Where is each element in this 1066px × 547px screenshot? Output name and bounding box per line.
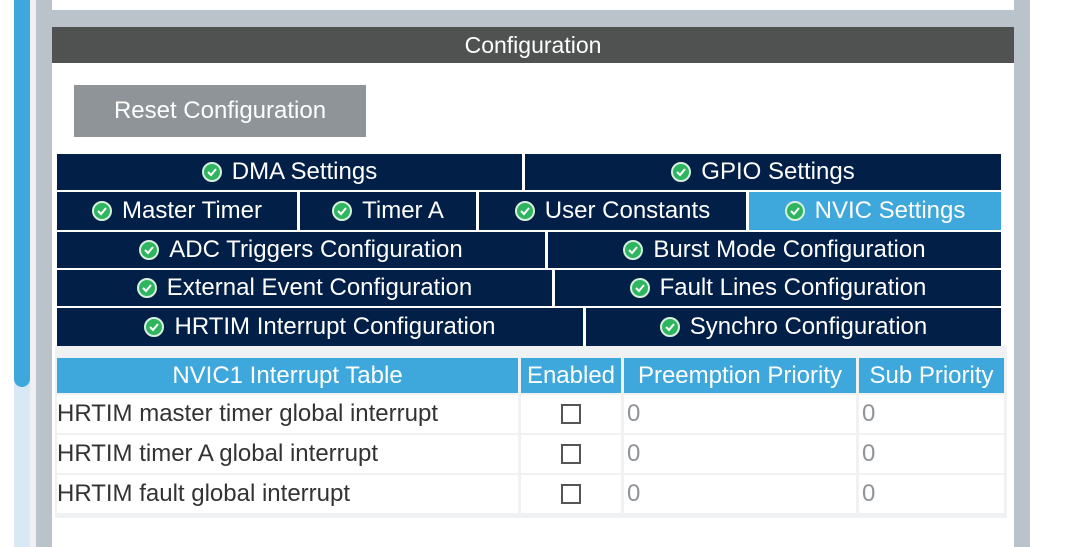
column-header-table: NVIC1 Interrupt Table	[57, 358, 518, 393]
tab-nvic-settings[interactable]: NVIC Settings	[749, 192, 1001, 230]
tab-dma-settings[interactable]: DMA Settings	[57, 154, 522, 190]
enabled-cell	[521, 475, 621, 513]
tab-label: GPIO Settings	[701, 158, 855, 185]
tab-label: ADC Triggers Configuration	[169, 236, 463, 263]
tab-master-timer[interactable]: Master Timer	[57, 192, 297, 230]
check-circle-icon	[91, 201, 112, 221]
check-circle-icon	[332, 201, 353, 221]
check-circle-icon	[139, 240, 160, 260]
enabled-checkbox[interactable]	[561, 444, 581, 464]
enabled-cell	[521, 395, 621, 433]
preemption-priority-cell[interactable]: 0	[624, 395, 856, 433]
tab-timer-a[interactable]: Timer A	[300, 192, 476, 230]
panel-border-left	[36, 0, 52, 547]
panel-border-right	[1014, 0, 1030, 547]
check-circle-icon	[201, 162, 222, 182]
interrupt-name: HRTIM fault global interrupt	[57, 475, 518, 513]
tab-label: HRTIM Interrupt Configuration	[174, 313, 496, 340]
tab-burst-mode-configuration[interactable]: Burst Mode Configuration	[548, 232, 1001, 268]
tab-user-constants[interactable]: User Constants	[479, 192, 746, 230]
check-circle-icon	[784, 201, 805, 221]
check-circle-icon	[623, 240, 644, 260]
sub-priority-cell[interactable]: 0	[859, 435, 1004, 473]
tab-adc-triggers-configuration[interactable]: ADC Triggers Configuration	[57, 232, 545, 268]
check-circle-icon	[659, 317, 680, 337]
scrollbar-thumb[interactable]	[14, 0, 30, 387]
check-circle-icon	[629, 278, 650, 298]
preemption-priority-cell[interactable]: 0	[624, 475, 856, 513]
tab-label: Synchro Configuration	[689, 313, 928, 340]
panel-top	[52, 0, 1014, 10]
interrupt-name: HRTIM timer A global interrupt	[57, 435, 518, 473]
column-header-sub-priority: Sub Priority	[859, 358, 1004, 393]
column-header-preemption: Preemption Priority	[624, 358, 856, 393]
check-circle-icon	[144, 317, 165, 337]
tab-hrtim-interrupt-configuration[interactable]: HRTIM Interrupt Configuration	[57, 308, 583, 346]
tab-label: Master Timer	[121, 197, 262, 224]
check-circle-icon	[136, 278, 157, 298]
tab-label: NVIC Settings	[814, 197, 966, 224]
tab-label: Fault Lines Configuration	[659, 274, 927, 301]
tab-fault-lines-configuration[interactable]: Fault Lines Configuration	[555, 270, 1001, 306]
tab-external-event-configuration[interactable]: External Event Configuration	[57, 270, 552, 306]
tab-label: Timer A	[362, 197, 444, 224]
tab-gpio-settings[interactable]: GPIO Settings	[525, 154, 1001, 190]
sub-priority-cell[interactable]: 0	[859, 395, 1004, 433]
interrupt-name: HRTIM master timer global interrupt	[57, 395, 518, 433]
check-circle-icon	[514, 201, 535, 221]
tab-synchro-configuration[interactable]: Synchro Configuration	[586, 308, 1001, 346]
check-circle-icon	[671, 162, 692, 182]
tab-label: DMA Settings	[231, 158, 378, 185]
panel-separator	[52, 10, 1014, 27]
tab-label: Burst Mode Configuration	[653, 236, 926, 263]
tab-label: External Event Configuration	[166, 274, 473, 301]
enabled-cell	[521, 435, 621, 473]
reset-configuration-button[interactable]: Reset Configuration	[74, 85, 366, 137]
enabled-checkbox[interactable]	[561, 404, 581, 424]
enabled-checkbox[interactable]	[561, 484, 581, 504]
preemption-priority-cell[interactable]: 0	[624, 435, 856, 473]
configuration-header: Configuration	[52, 27, 1014, 63]
tab-label: User Constants	[544, 197, 711, 224]
column-header-enabled: Enabled	[521, 358, 621, 393]
sub-priority-cell[interactable]: 0	[859, 475, 1004, 513]
